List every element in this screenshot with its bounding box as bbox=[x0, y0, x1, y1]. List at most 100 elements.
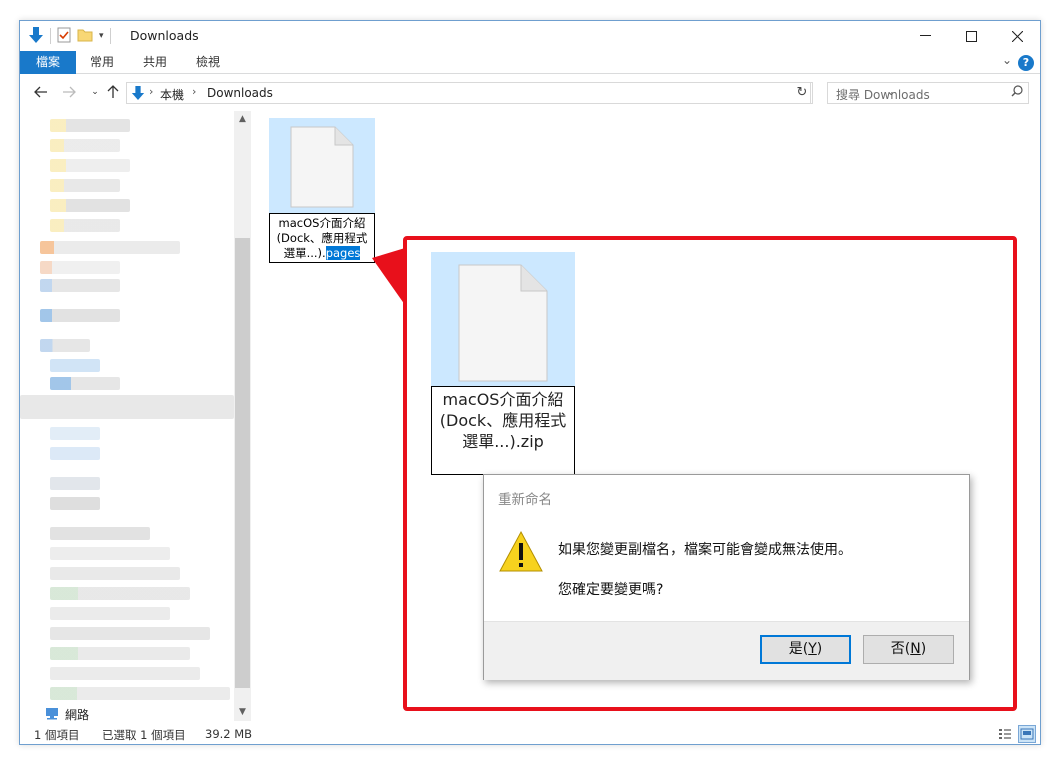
up-button[interactable] bbox=[104, 83, 122, 101]
back-button[interactable] bbox=[32, 83, 50, 101]
nav-item-blurred[interactable] bbox=[50, 567, 180, 580]
nav-item-network[interactable]: 網路 bbox=[44, 706, 89, 722]
rename-input[interactable]: macOS介面介紹 (Dock、應用程式 選單...).pages bbox=[269, 213, 375, 263]
warning-icon bbox=[499, 530, 543, 572]
address-bar[interactable]: › 本機 › Downloads ⌄ bbox=[126, 82, 895, 104]
nav-item-blurred[interactable] bbox=[50, 159, 130, 172]
scroll-up-icon[interactable]: ▲ bbox=[234, 111, 251, 128]
no-button[interactable]: 否(N) bbox=[863, 635, 954, 664]
file-name-line2: (Dock、應用程式 bbox=[276, 231, 368, 245]
nav-item-blurred[interactable] bbox=[50, 587, 190, 600]
nav-item-blurred[interactable] bbox=[50, 447, 100, 460]
nav-item-blurred[interactable] bbox=[50, 119, 130, 132]
details-view-icon bbox=[999, 729, 1011, 739]
breadcrumb-separator-icon[interactable]: › bbox=[149, 85, 153, 98]
zoomed-rename-input: macOS介面介紹 (Dock、應用程式 選單...).zip bbox=[431, 386, 575, 475]
yes-button-accesskey: Y bbox=[808, 641, 817, 657]
nav-item-blurred[interactable] bbox=[50, 647, 190, 660]
title-bar: ▾ Downloads bbox=[20, 21, 1040, 51]
nav-item-blurred[interactable] bbox=[40, 279, 120, 292]
nav-pane-scrollbar[interactable]: ▲ ▼ bbox=[234, 111, 251, 721]
scrollbar-thumb[interactable] bbox=[235, 238, 250, 688]
toolbar-divider bbox=[50, 28, 51, 44]
ribbon-tabs: 檔案 常用 共用 檢視 ⌄ ? bbox=[20, 51, 1040, 74]
yes-button-label: 是 bbox=[788, 641, 803, 657]
status-selected-count: 已選取 1 個項目 bbox=[102, 728, 186, 742]
zoomed-name-line2: (Dock、應用程式 bbox=[439, 411, 567, 430]
search-box[interactable]: 搜尋 Downloads bbox=[827, 82, 1029, 104]
nav-item-blurred[interactable] bbox=[50, 687, 230, 700]
yes-button[interactable]: 是(Y) bbox=[760, 635, 851, 664]
zoom-callout: macOS介面介紹 (Dock、應用程式 選單...).zip 重新命名 如果您… bbox=[403, 236, 1017, 711]
nav-item-blurred[interactable] bbox=[50, 359, 100, 372]
downloads-icon[interactable] bbox=[28, 26, 44, 47]
file-name-line1: macOS介面介紹 bbox=[278, 216, 366, 230]
downloads-folder-icon bbox=[131, 85, 145, 104]
status-bar: 1 個項目 已選取 1 個項目 39.2 MB bbox=[20, 723, 1040, 744]
dialog-title: 重新命名 bbox=[498, 492, 552, 508]
nav-item-blurred[interactable] bbox=[50, 199, 130, 212]
breadcrumb-this-pc[interactable]: 本機 bbox=[160, 86, 184, 103]
nav-item-blurred[interactable] bbox=[40, 309, 120, 322]
window-title: Downloads bbox=[130, 28, 199, 43]
breadcrumb-separator-icon[interactable]: › bbox=[192, 85, 196, 98]
nav-item-blurred-selected[interactable] bbox=[20, 395, 234, 419]
nav-item-blurred[interactable] bbox=[50, 427, 100, 440]
document-icon bbox=[458, 264, 548, 382]
status-selected-size: 39.2 MB bbox=[205, 727, 253, 741]
tab-share[interactable]: 共用 bbox=[135, 51, 175, 74]
nav-item-blurred[interactable] bbox=[50, 497, 100, 510]
navigation-pane bbox=[20, 111, 252, 721]
zoomed-name-line3: 選單...).zip bbox=[462, 432, 544, 451]
no-button-label: 否 bbox=[890, 641, 905, 657]
maximize-button[interactable] bbox=[948, 21, 994, 51]
nav-item-blurred[interactable] bbox=[50, 219, 120, 232]
customize-toolbar-dropdown-icon[interactable]: ▾ bbox=[99, 31, 104, 41]
large-icons-view-button[interactable] bbox=[1018, 725, 1036, 743]
properties-icon[interactable] bbox=[57, 27, 71, 46]
details-view-button[interactable] bbox=[996, 725, 1014, 743]
file-name-line3: 選單...).pages bbox=[270, 246, 374, 261]
refresh-button[interactable]: ↻ bbox=[792, 82, 813, 104]
status-item-count: 1 個項目 bbox=[34, 728, 80, 742]
no-button-accesskey: N bbox=[910, 641, 921, 657]
new-folder-icon[interactable] bbox=[77, 27, 93, 46]
dialog-question: 您確定要變更嗎? bbox=[558, 582, 664, 598]
scroll-down-icon[interactable]: ▼ bbox=[234, 704, 251, 721]
zoomed-name-line1: macOS介面介紹 bbox=[442, 390, 564, 409]
tab-file[interactable]: 檔案 bbox=[20, 51, 76, 74]
nav-item-blurred[interactable] bbox=[40, 241, 180, 254]
network-label: 網路 bbox=[65, 707, 90, 722]
nav-item-blurred[interactable] bbox=[50, 607, 170, 620]
tab-view[interactable]: 檢視 bbox=[188, 51, 228, 74]
nav-item-blurred[interactable] bbox=[50, 377, 120, 390]
help-icon[interactable]: ? bbox=[1018, 55, 1034, 71]
expand-ribbon-chevron-icon[interactable]: ⌄ bbox=[1002, 53, 1012, 67]
navigation-bar: ⌄ › 本機 › Downloads ⌄ ↻ 搜尋 Downloads bbox=[20, 75, 1040, 111]
nav-item-blurred[interactable] bbox=[50, 477, 100, 490]
quick-access-toolbar: ▾ bbox=[28, 26, 111, 46]
toolbar-divider bbox=[109, 28, 111, 44]
breadcrumb-downloads[interactable]: Downloads bbox=[207, 86, 273, 100]
selected-extension: pages bbox=[325, 246, 361, 260]
nav-item-blurred[interactable] bbox=[50, 527, 150, 540]
nav-item-blurred[interactable] bbox=[50, 179, 120, 192]
close-button[interactable] bbox=[994, 21, 1040, 51]
nav-item-blurred[interactable] bbox=[50, 627, 210, 640]
recent-locations-chevron-icon[interactable]: ⌄ bbox=[86, 83, 104, 101]
search-input[interactable]: 搜尋 Downloads bbox=[836, 86, 930, 103]
nav-item-blurred[interactable] bbox=[50, 667, 200, 680]
large-icons-view-icon bbox=[1020, 728, 1034, 740]
zoomed-file-item bbox=[431, 252, 575, 386]
file-name-prefix: 選單...). bbox=[283, 246, 326, 260]
tab-home[interactable]: 常用 bbox=[82, 51, 122, 74]
dialog-message: 如果您變更副檔名，檔案可能會變成無法使用。 bbox=[558, 542, 852, 558]
nav-item-blurred[interactable] bbox=[40, 339, 90, 352]
document-icon bbox=[290, 126, 354, 208]
minimize-button[interactable] bbox=[902, 21, 948, 51]
nav-item-blurred[interactable] bbox=[50, 547, 170, 560]
nav-item-blurred[interactable] bbox=[40, 261, 120, 274]
forward-button[interactable] bbox=[60, 83, 78, 101]
network-icon bbox=[44, 706, 60, 723]
nav-item-blurred[interactable] bbox=[50, 139, 120, 152]
